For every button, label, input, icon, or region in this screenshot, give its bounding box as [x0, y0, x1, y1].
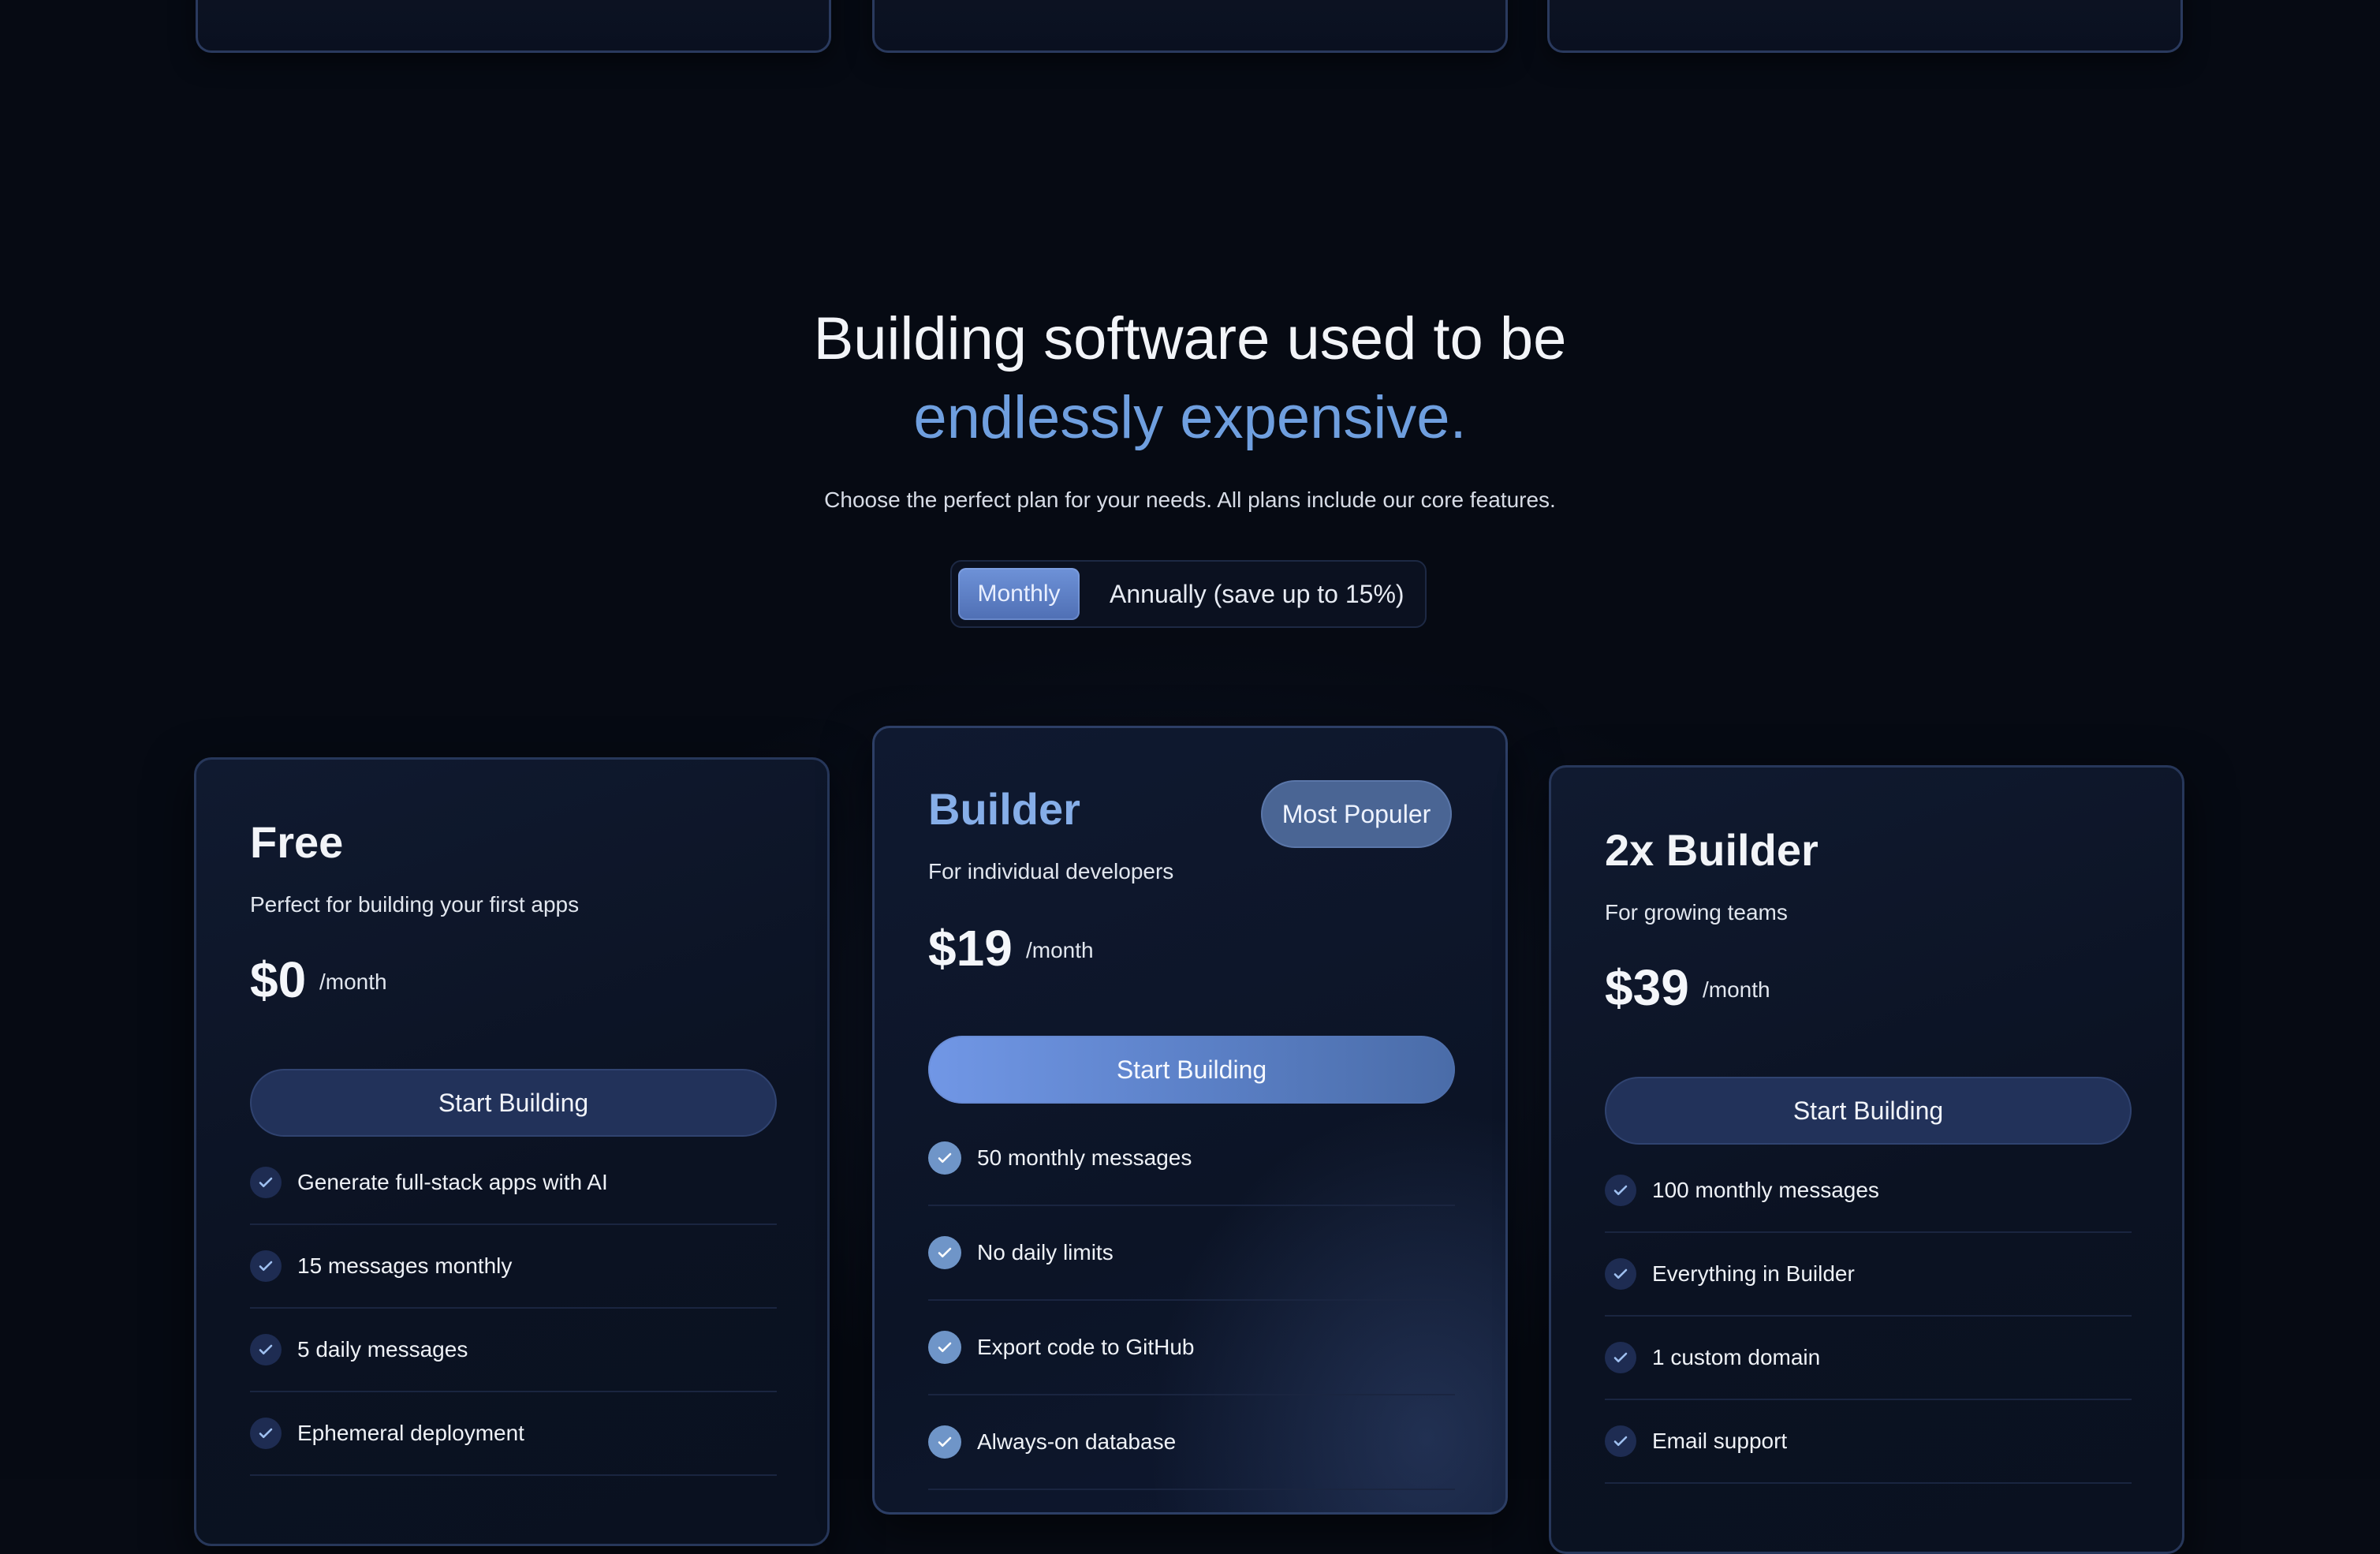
feature-item: Always-on database [928, 1395, 1455, 1490]
feature-item: 50 monthly messages [928, 1111, 1455, 1206]
plan-card-free: Free Perfect for building your first app… [194, 757, 830, 1546]
feature-item: 5 daily messages [250, 1309, 777, 1392]
feature-label: Everything in Builder [1652, 1261, 1855, 1286]
start-building-button[interactable]: Start Building [250, 1069, 777, 1137]
feature-item: 1 custom domain [1605, 1317, 2132, 1400]
feature-label: 50 monthly messages [977, 1145, 1192, 1170]
feature-item: Email support [1605, 1400, 2132, 1484]
plan-price: $0 [250, 951, 307, 1008]
plan-name: Builder [928, 784, 1080, 834]
check-icon [1605, 1342, 1636, 1373]
plan-description: For growing teams [1605, 900, 1788, 925]
plan-period: /month [319, 969, 387, 994]
feature-label: Export code to GitHub [977, 1335, 1195, 1359]
feature-item: Everything in Builder [1605, 1233, 2132, 1317]
check-icon [250, 1418, 282, 1449]
start-building-button[interactable]: Start Building [928, 1036, 1455, 1104]
check-icon [1605, 1175, 1636, 1206]
plan-name: 2x Builder [1605, 825, 1819, 875]
check-icon [1605, 1258, 1636, 1290]
feature-item: Ephemeral deployment [250, 1392, 777, 1476]
previous-section-card-1 [196, 0, 831, 53]
feature-item: No daily limits [928, 1206, 1455, 1301]
feature-item: Generate full-stack apps with AI [250, 1141, 777, 1225]
feature-label: 1 custom domain [1652, 1345, 1821, 1369]
previous-section-card-2 [872, 0, 1508, 53]
check-icon [928, 1425, 961, 1459]
feature-list: 100 monthly messages Everything in Build… [1605, 1149, 2132, 1484]
feature-item: Export code to GitHub [928, 1301, 1455, 1395]
hero-title-accent: endlessly expensive. [913, 384, 1467, 451]
hero-subtitle: Choose the perfect plan for your needs. … [824, 487, 1556, 512]
check-icon [928, 1141, 961, 1175]
plan-description: Perfect for building your first apps [250, 892, 580, 917]
feature-label: Email support [1652, 1429, 1788, 1453]
feature-label: 100 monthly messages [1652, 1178, 1879, 1202]
feature-label: No daily limits [977, 1240, 1114, 1264]
billing-monthly-option[interactable]: Monthly [958, 568, 1080, 620]
check-icon [250, 1250, 282, 1282]
previous-section-card-3 [1547, 0, 2183, 53]
hero-title: Building software used to be endlessly e… [0, 300, 2380, 458]
feature-label: 15 messages monthly [297, 1253, 513, 1278]
check-icon [928, 1236, 961, 1269]
feature-label: 5 daily messages [297, 1337, 468, 1362]
billing-toggle: Monthly Annually (save up to 15%) [950, 560, 1427, 628]
plan-price: $19 [928, 920, 1013, 977]
start-building-button[interactable]: Start Building [1605, 1077, 2132, 1145]
plan-name: Free [250, 817, 344, 867]
plan-description: For individual developers [928, 859, 1174, 883]
feature-list: 50 monthly messages No daily limits Expo… [928, 1111, 1455, 1490]
feature-label: Ephemeral deployment [297, 1421, 524, 1445]
billing-annual-option[interactable]: Annually (save up to 15%) [1110, 568, 1417, 620]
plan-period: /month [1703, 977, 1770, 1002]
most-popular-badge: Most Populer [1261, 780, 1452, 848]
check-icon [250, 1167, 282, 1198]
feature-item: 100 monthly messages [1605, 1149, 2132, 1233]
check-icon [250, 1334, 282, 1365]
plan-card-2x-builder: 2x Builder For growing teams $39 /month … [1549, 765, 2184, 1554]
plan-price: $39 [1605, 959, 1689, 1016]
feature-item: 15 messages monthly [250, 1225, 777, 1309]
hero-title-line1: Building software used to be [813, 305, 1567, 372]
check-icon [928, 1331, 961, 1364]
check-icon [1605, 1425, 1636, 1457]
feature-label: Always-on database [977, 1429, 1177, 1454]
plan-card-builder: Builder Most Populer For individual deve… [872, 726, 1508, 1515]
plan-period: /month [1026, 938, 1094, 962]
feature-list: Generate full-stack apps with AI 15 mess… [250, 1141, 777, 1476]
feature-label: Generate full-stack apps with AI [297, 1170, 608, 1194]
